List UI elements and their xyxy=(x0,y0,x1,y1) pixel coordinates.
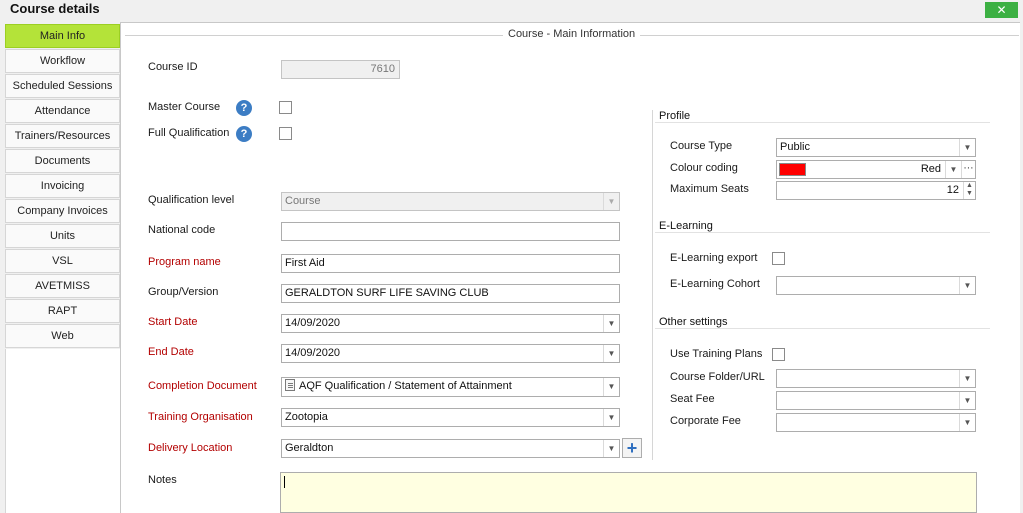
chevron-down-icon[interactable]: ▼ xyxy=(603,315,619,332)
chevron-down-icon[interactable]: ▼ xyxy=(959,277,975,294)
use-training-plans-checkbox[interactable] xyxy=(772,348,785,361)
title-bar: Course details ✕ xyxy=(0,0,1023,20)
elearning-section-title: E-Learning xyxy=(659,220,713,232)
elearning-export-label: E-Learning export xyxy=(670,252,758,264)
chevron-down-icon[interactable]: ▼ xyxy=(959,139,975,156)
plus-icon: + xyxy=(626,438,638,458)
delivery-location-select[interactable]: Geraldton ▼ xyxy=(281,439,620,458)
course-type-label: Course Type xyxy=(670,140,733,152)
tab-scheduled-sessions[interactable]: Scheduled Sessions xyxy=(5,74,120,98)
use-training-plans-label: Use Training Plans xyxy=(670,348,763,360)
master-course-label: Master Course xyxy=(148,101,221,113)
chevron-down-icon: ▼ xyxy=(603,193,619,210)
training-organisation-value: Zootopia xyxy=(285,411,328,423)
other-settings-section-title: Other settings xyxy=(659,316,728,328)
national-code-input[interactable] xyxy=(281,222,620,241)
qualification-level-select: Course ▼ xyxy=(281,192,620,211)
course-type-value: Public xyxy=(780,141,810,153)
close-button[interactable]: ✕ xyxy=(985,2,1018,18)
completion-document-label: Completion Document xyxy=(148,380,257,392)
group-title: Course - Main Information xyxy=(503,28,641,40)
tab-documents[interactable]: Documents xyxy=(5,149,120,173)
chevron-down-icon[interactable]: ▼ xyxy=(959,414,975,431)
elearning-cohort-select[interactable]: ▼ xyxy=(776,276,976,295)
delivery-location-value: Geraldton xyxy=(285,442,334,454)
group-version-input[interactable]: GERALDTON SURF LIFE SAVING CLUB xyxy=(281,284,620,303)
end-date-picker[interactable]: 14/09/2020 ▼ xyxy=(281,344,620,363)
tab-company-invoices[interactable]: Company Invoices xyxy=(5,199,120,223)
chevron-down-icon[interactable]: ▼ xyxy=(603,378,619,396)
column-divider xyxy=(652,110,653,460)
full-qualification-label: Full Qualification xyxy=(148,127,230,139)
tab-vsl[interactable]: VSL xyxy=(5,249,120,273)
program-name-input[interactable]: First Aid xyxy=(281,254,620,273)
tab-attendance[interactable]: Attendance xyxy=(5,99,120,123)
text-cursor xyxy=(284,476,285,488)
group-version-label: Group/Version xyxy=(148,286,219,298)
national-code-label: National code xyxy=(148,224,216,236)
window-title: Course details xyxy=(10,1,100,16)
master-course-help-icon[interactable]: ? xyxy=(236,100,252,116)
tab-trainers-resources[interactable]: Trainers/Resources xyxy=(5,124,120,148)
tab-web[interactable]: Web xyxy=(5,324,120,348)
end-date-label: End Date xyxy=(148,346,194,358)
ellipsis-icon[interactable]: ⋯ xyxy=(961,161,975,178)
course-id-field: 7610 xyxy=(281,60,400,79)
chevron-down-icon[interactable]: ▼ xyxy=(603,345,619,362)
corporate-fee-select[interactable]: ▼ xyxy=(776,413,976,432)
tab-rapt[interactable]: RAPT xyxy=(5,299,120,323)
qualification-level-value: Course xyxy=(285,195,321,207)
course-id-label: Course ID xyxy=(148,61,198,73)
completion-document-select[interactable]: AQF Qualification / Statement of Attainm… xyxy=(281,377,620,397)
tab-units[interactable]: Units xyxy=(5,224,120,248)
colour-coding-label: Colour coding xyxy=(670,162,738,174)
chevron-down-icon[interactable]: ▼ xyxy=(945,161,961,178)
profile-section-title: Profile xyxy=(659,110,691,122)
corporate-fee-label: Corporate Fee xyxy=(670,415,741,427)
start-date-picker[interactable]: 14/09/2020 ▼ xyxy=(281,314,620,333)
seat-fee-label: Seat Fee xyxy=(670,393,715,405)
completion-document-value: AQF Qualification / Statement of Attainm… xyxy=(299,380,512,392)
full-qualification-checkbox[interactable] xyxy=(279,127,292,140)
program-name-label: Program name xyxy=(148,256,221,268)
course-folder-label: Course Folder/URL xyxy=(670,371,765,383)
close-icon: ✕ xyxy=(996,3,1007,17)
maximum-seats-value: 12 xyxy=(946,184,959,196)
qualification-level-label: Qualification level xyxy=(148,194,235,206)
master-course-checkbox[interactable] xyxy=(279,101,292,114)
course-type-select[interactable]: Public ▼ xyxy=(776,138,976,157)
spin-arrows-icon[interactable]: ▲ ▼ xyxy=(963,182,975,199)
tab-invoicing[interactable]: Invoicing xyxy=(5,174,120,198)
notes-textarea[interactable] xyxy=(280,472,977,513)
document-icon xyxy=(285,379,295,391)
tab-workflow[interactable]: Workflow xyxy=(5,49,120,73)
training-organisation-label: Training Organisation xyxy=(148,411,253,423)
tab-list: Main Info Workflow Scheduled Sessions At… xyxy=(5,24,120,349)
elearning-export-checkbox[interactable] xyxy=(772,252,785,265)
maximum-seats-label: Maximum Seats xyxy=(670,183,749,195)
chevron-down-icon[interactable]: ▼ xyxy=(959,392,975,409)
seat-fee-select[interactable]: ▼ xyxy=(776,391,976,410)
colour-swatch xyxy=(779,163,806,176)
colour-coding-select[interactable]: Red ▼ ⋯ xyxy=(776,160,976,179)
start-date-value: 14/09/2020 xyxy=(285,317,341,329)
maximum-seats-stepper[interactable]: 12 ▲ ▼ xyxy=(776,181,976,200)
chevron-down-icon[interactable]: ▼ xyxy=(959,370,975,387)
colour-coding-value: Red xyxy=(920,163,941,175)
delivery-location-label: Delivery Location xyxy=(148,442,233,454)
notes-label: Notes xyxy=(148,474,177,486)
profile-section-header xyxy=(655,110,990,123)
tab-main-info[interactable]: Main Info xyxy=(5,24,120,48)
training-organisation-select[interactable]: Zootopia ▼ xyxy=(281,408,620,427)
chevron-down-icon[interactable]: ▼ xyxy=(603,409,619,426)
tab-avetmiss[interactable]: AVETMISS xyxy=(5,274,120,298)
elearning-cohort-label: E-Learning Cohort xyxy=(670,278,760,290)
course-folder-select[interactable]: ▼ xyxy=(776,369,976,388)
start-date-label: Start Date xyxy=(148,316,198,328)
add-location-button[interactable]: + xyxy=(622,438,642,458)
full-qualification-help-icon[interactable]: ? xyxy=(236,126,252,142)
tabs-empty-area xyxy=(5,349,120,513)
chevron-down-icon[interactable]: ▼ xyxy=(603,440,619,457)
end-date-value: 14/09/2020 xyxy=(285,347,341,359)
